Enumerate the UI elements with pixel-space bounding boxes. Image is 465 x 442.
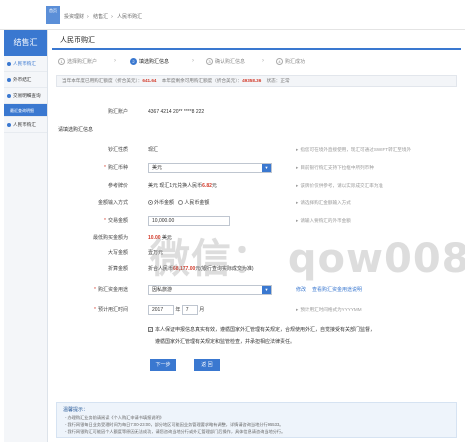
step-indicator: 1 选择购汇账户 › 2 填选购汇信息 › 3 确认购汇信息 › 4 购汇成功 xyxy=(52,56,461,70)
currency-row: *购汇币种 美元▼ 目前银行购汇支持下拉框中所列币种 xyxy=(52,162,461,174)
top-bar: 首页 投资理财 › 结售汇 › 人民币购汇 xyxy=(0,0,465,30)
reference-rate-hint: 该牌价仅供参考，请以实际成交汇率为准 xyxy=(296,180,383,192)
currency-hint: 目前银行购汇支持下拉框中所列币种 xyxy=(296,162,374,174)
quota-remaining: 49358.36 xyxy=(242,78,262,83)
converted-amount-row: 折算金额 折合人民币68,177.00元(银行查询实际成交为准) xyxy=(107,266,254,272)
quota-bar: 当年本年度已用购汇额度（折合美元）：641.64 本年度剩余可用购汇额度（折合美… xyxy=(56,75,457,87)
section-title: 请填选购汇信息 xyxy=(58,127,94,133)
tips-box: 温馨提示： - 办理购汇业务前请阅读《个人购汇申请书填报说明》 - 我行网银每日… xyxy=(56,402,457,438)
next-button[interactable]: 下一步 xyxy=(150,359,176,371)
input-mode-row: 金额输入方式 外币金额 人民币金额 请选择购汇金额输入方式 xyxy=(52,197,461,209)
back-button[interactable]: 返 回 xyxy=(194,359,220,371)
rate-type-hint: 指您可在境外直接使用，现汇可通过SWIFT转汇至境外 xyxy=(296,144,411,156)
sidebar-item-cny-purchase[interactable]: 人民币购汇 xyxy=(4,56,47,72)
step-arrow-icon: › xyxy=(114,58,116,64)
sidebar-title: 结售汇 xyxy=(4,30,47,56)
step-3: 3 确认购汇信息 xyxy=(206,58,245,65)
tip-line: - 办理购汇业务前请阅读《个人购汇申请书填报说明》 xyxy=(65,415,164,420)
consent-row-2: 遵循国家外汇管理有关规定和监管检查，并承担相应法律责任。 xyxy=(52,336,461,348)
purpose-help-link[interactable]: 查看购汇资金用途说明 xyxy=(312,284,362,296)
rate-type-row: 钞汇性质 现汇 指您可在境外直接使用，现汇可通过SWIFT转汇至境外 xyxy=(52,144,461,156)
purpose-select[interactable]: 因私旅游 ▼ xyxy=(148,284,272,295)
upper-amount-row: 大写金额 壹万元 xyxy=(52,247,461,259)
bank-logo[interactable]: 首页 xyxy=(46,6,60,24)
consent-row: ✓ 本人保证申报信息真实有效，遵循国家外汇管理有关规定，合规使用外汇，自觉接受有关… xyxy=(52,324,461,336)
reference-rate-value: 美元 现汇1元兑换人民币6.82元 xyxy=(148,183,217,189)
reference-rate-row: 参考牌价 美元 现汇1元兑换人民币6.82元 该牌价仅供参考，请以实际成交汇率为… xyxy=(52,180,461,192)
sidebar: 结售汇 人民币购汇 外币结汇 交易明细查询 最近查询明细 人民币购汇 xyxy=(4,30,48,442)
min-amount-value: 10.00 xyxy=(148,235,161,241)
min-amount-row: 最低购买金额为 10.00 美元 xyxy=(92,235,172,241)
sidebar-item-transaction-query[interactable]: 交易明细查询 xyxy=(4,88,47,104)
radio-foreign-amount[interactable] xyxy=(148,200,153,206)
modify-link[interactable]: 修改 xyxy=(296,284,306,296)
amount-row: *交易金额 10,000.00 请输入要购汇的外币金额 xyxy=(52,215,461,227)
consent-text-2: 遵循国家外汇管理有关规定和监管检查，并承担相应法律责任。 xyxy=(155,339,296,345)
breadcrumb-item[interactable]: 结售汇 xyxy=(93,14,108,20)
chevron-down-icon: ▼ xyxy=(262,163,271,172)
chevron-down-icon: ▼ xyxy=(262,285,271,294)
tips-title: 温馨提示： xyxy=(63,407,89,413)
main-panel: 人民币购汇 1 选择购汇账户 › 2 填选购汇信息 › 3 确认购汇信息 › 4 购汇成… xyxy=(52,32,461,440)
usage-date-hint: 预计用汇时间格式为YYYYMM xyxy=(296,304,361,316)
month-input[interactable]: 7 xyxy=(181,304,198,315)
purpose-row: * 购汇资金用途 因私旅游 ▼ 修改 查看购汇资金用途说明 xyxy=(52,284,461,296)
step-2: 2 填选购汇信息 xyxy=(130,58,169,65)
radio-cny-amount[interactable] xyxy=(178,200,184,206)
step-arrow-icon: › xyxy=(262,58,264,64)
consent-checkbox[interactable]: ✓ xyxy=(148,327,153,333)
rate-type-value: 现汇 xyxy=(148,147,159,153)
amount-input[interactable]: 10,000.00 xyxy=(148,215,230,226)
step-4: 4 购汇成功 xyxy=(276,58,305,65)
account-row: 购汇账户 4367 4214 20** ****8 222 xyxy=(52,106,461,118)
input-mode-hint: 请选择购汇金额输入方式 xyxy=(296,197,351,209)
breadcrumb: 投资理财 › 结售汇 › 人民币购汇 xyxy=(64,14,143,20)
sidebar-item-fx-settlement[interactable]: 外币结汇 xyxy=(4,72,47,88)
sidebar-item-cny-purchase-2[interactable]: 人民币购汇 xyxy=(4,117,47,133)
step-1: 1 选择购汇账户 xyxy=(58,58,97,65)
tip-line: - 我行网银每日业务受理时间为每日7:00-23:00，部分地区可能因业务管理要… xyxy=(65,422,284,427)
tip-line: - 我行网银购汇可能因个人额度等原因无法成功，请您咨询当地分行或外汇管理部门后操… xyxy=(65,429,286,434)
bullet-icon xyxy=(7,123,11,127)
breadcrumb-item[interactable]: 投资理财 xyxy=(64,14,84,20)
account-number: 4367 4214 20** ****8 222 xyxy=(148,109,205,115)
converted-amount-value: 68,177.00 xyxy=(173,266,196,272)
bullet-icon xyxy=(7,62,11,66)
logo-text: 首页 xyxy=(49,8,57,13)
account-label: 购汇账户 xyxy=(107,109,128,115)
step-arrow-icon: › xyxy=(192,58,194,64)
page-title: 人民币购汇 xyxy=(52,32,461,50)
bullet-icon xyxy=(7,78,11,82)
currency-select[interactable]: 美元 ▼ xyxy=(148,162,272,173)
bullet-icon xyxy=(7,94,11,98)
amount-hint: 请输入要购汇的外币金额 xyxy=(296,215,351,227)
upper-amount-value: 壹万元 xyxy=(148,250,164,256)
usage-date-row: *预计用汇时间 2017 年 7 月 预计用汇时间格式为YYYYMM xyxy=(52,304,461,316)
breadcrumb-item: 人民币购汇 xyxy=(117,14,143,20)
year-input[interactable]: 2017 xyxy=(148,304,174,315)
consent-text: 本人保证申报信息真实有效，遵循国家外汇管理有关规定，合规使用外汇，自觉接受有关部… xyxy=(155,327,376,333)
sidebar-item-recent-query[interactable]: 最近查询明细 xyxy=(4,104,47,117)
quota-used: 641.64 xyxy=(142,78,157,83)
